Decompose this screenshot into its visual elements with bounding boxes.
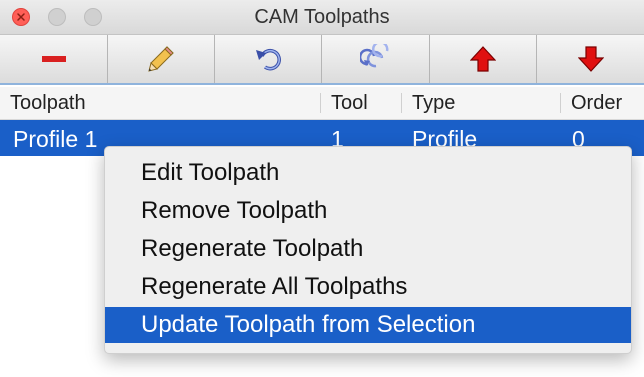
- cam-toolpaths-window: CAM Toolpaths Toolpath Tool Type Order P…: [0, 0, 644, 377]
- recycle-arrows-icon: [359, 44, 388, 68]
- menu-item-regenerate-toolpath[interactable]: Regenerate Toolpath: [105, 231, 631, 267]
- move-down-button[interactable]: [537, 35, 644, 83]
- title-bar: CAM Toolpaths: [0, 0, 644, 35]
- column-header-type[interactable]: Type: [402, 87, 560, 119]
- table-header: Toolpath Tool Type Order: [0, 87, 644, 120]
- toolbar: [0, 35, 644, 85]
- undo-arrow-icon: [256, 48, 281, 71]
- menu-item-remove-toolpath[interactable]: Remove Toolpath: [105, 193, 631, 229]
- context-menu: Edit Toolpath Remove Toolpath Regenerate…: [104, 146, 632, 354]
- minus-icon: [41, 56, 66, 62]
- edit-toolpath-button[interactable]: [108, 35, 215, 83]
- column-header-tool[interactable]: Tool: [321, 87, 401, 119]
- column-header-order[interactable]: Order: [561, 87, 644, 119]
- pencil-icon: [148, 46, 174, 72]
- arrow-up-icon: [470, 46, 496, 72]
- menu-item-edit-toolpath[interactable]: Edit Toolpath: [105, 155, 631, 191]
- arrow-down-icon: [577, 46, 604, 72]
- menu-item-update-toolpath-from-selection[interactable]: Update Toolpath from Selection: [105, 307, 631, 343]
- cell-toolpath: Profile 1: [13, 126, 98, 152]
- regenerate-toolpath-button[interactable]: [215, 35, 322, 83]
- window-title: CAM Toolpaths: [254, 6, 390, 28]
- column-header-toolpath[interactable]: Toolpath: [0, 87, 320, 119]
- menu-item-regenerate-all-toolpaths[interactable]: Regenerate All Toolpaths: [105, 269, 631, 305]
- move-up-button[interactable]: [430, 35, 537, 83]
- regenerate-all-button[interactable]: [322, 35, 430, 83]
- remove-toolpath-button[interactable]: [0, 35, 108, 83]
